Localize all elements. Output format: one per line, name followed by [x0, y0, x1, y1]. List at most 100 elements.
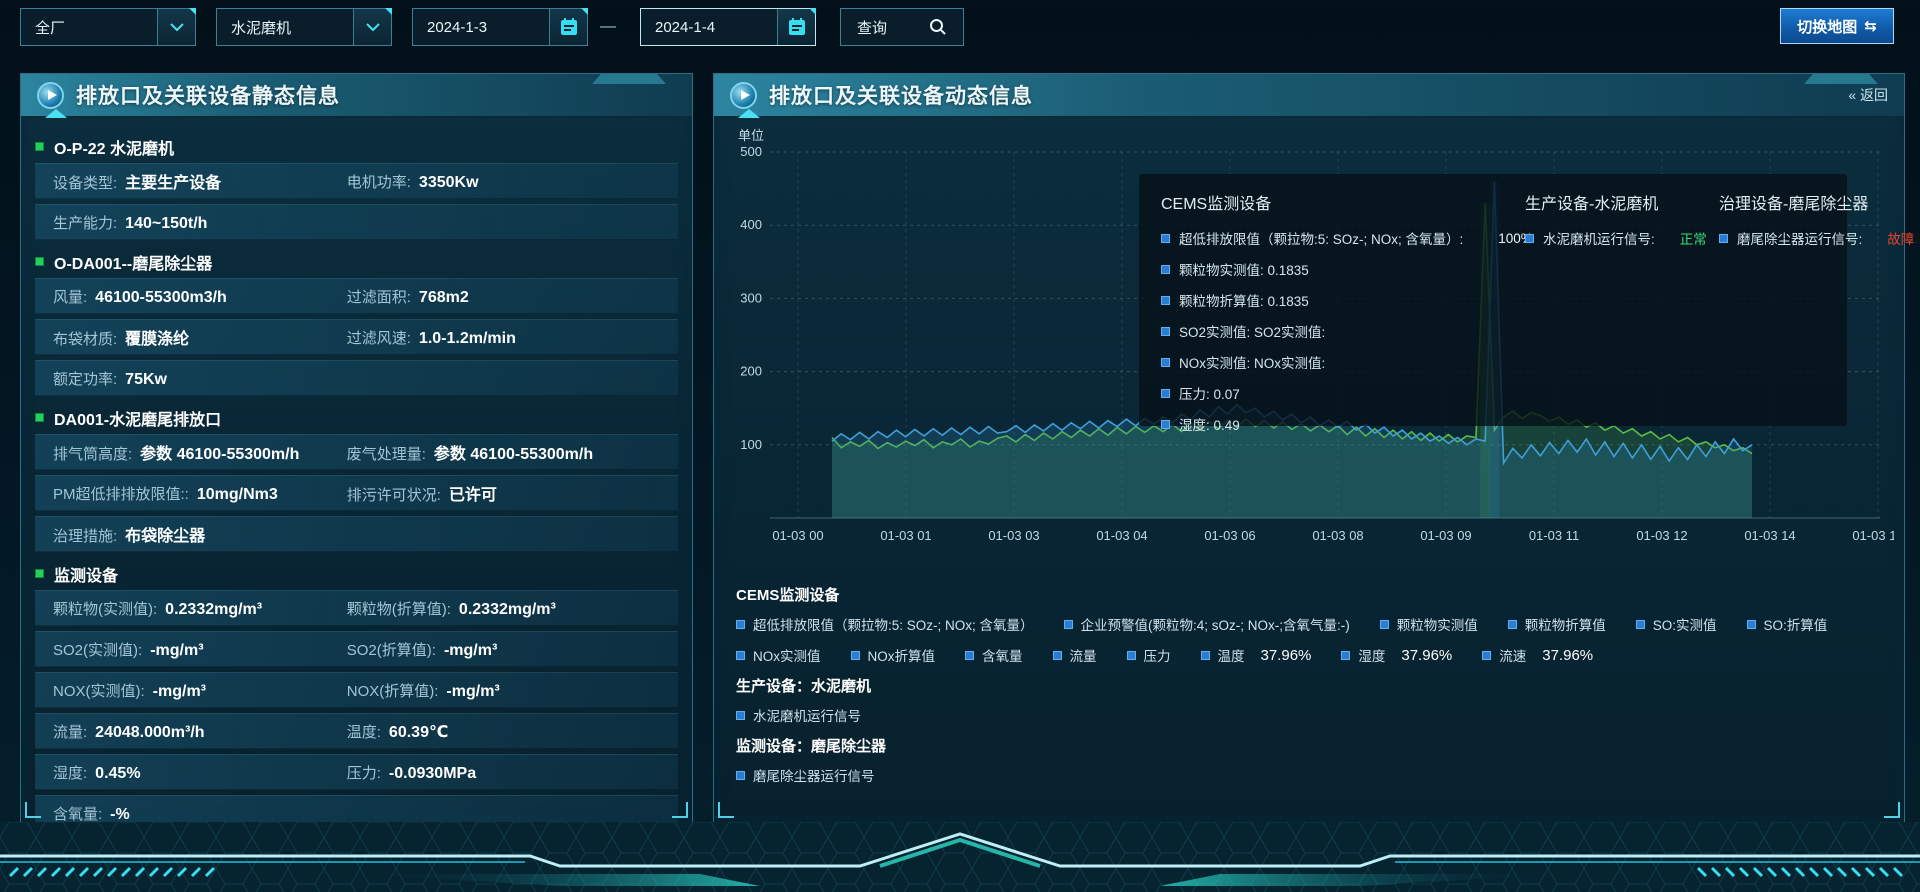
legend-section: 生产设备：水泥磨机水泥磨机运行信号: [736, 675, 1886, 725]
field-value: 46100-55300m3/h: [95, 289, 227, 307]
tooltip-item: 磨尾除尘器运行信号:故障: [1719, 228, 1879, 248]
chevron-down-icon[interactable]: [157, 9, 195, 45]
chevron-down-icon[interactable]: [353, 9, 391, 45]
field-value: 24048.000m³/h: [95, 724, 204, 742]
field-label: 设备类型:: [53, 172, 117, 193]
field-value: 10mg/Nm3: [197, 486, 278, 504]
svg-text:01-03 08: 01-03 08: [1312, 528, 1363, 543]
end-date-input[interactable]: 2024-1-4: [640, 8, 816, 46]
svg-text:01-03 09: 01-03 09: [1420, 528, 1471, 543]
field-value: 覆膜涤纶: [125, 325, 189, 349]
legend-item[interactable]: SO:折算值: [1747, 614, 1828, 634]
date-range-separator: —: [600, 8, 616, 46]
field-label: PM超低排排放限值::: [53, 483, 189, 504]
dynamic-info-panel: 排放口及关联设备动态信息 « 返回 单位10020030040050001-03…: [713, 73, 1905, 823]
legend-marker-icon: [1161, 389, 1170, 398]
field-value: 60.39℃: [389, 722, 448, 742]
field-label: 温度:: [347, 721, 381, 742]
corner-bracket: [672, 802, 688, 818]
svg-text:01-03 00: 01-03 00: [772, 528, 823, 543]
legend-item[interactable]: 含氧量: [965, 645, 1023, 665]
legend-marker-icon: [1161, 358, 1170, 367]
field-label: 颗粒物(折算值):: [347, 598, 451, 619]
tooltip-column-title: 生产设备-水泥磨机: [1525, 190, 1685, 214]
legend-item[interactable]: 磨尾除尘器运行信号: [736, 765, 875, 785]
field-label: 湿度:: [53, 762, 87, 783]
green-bullet-icon: [35, 257, 44, 266]
svg-text:01-03 16: 01-03 16: [1852, 528, 1894, 543]
tooltip-column-title: 治理设备-磨尾除尘器: [1719, 190, 1879, 214]
legend-marker-icon: [1719, 234, 1728, 243]
switch-map-button[interactable]: 切换地图 ⇆: [1780, 8, 1894, 44]
field-value: 140~150t/h: [125, 215, 207, 233]
calendar-icon[interactable]: [777, 9, 815, 45]
legend-item[interactable]: SO:实测值: [1636, 614, 1717, 634]
section-header: O-P-22 水泥磨机: [35, 130, 678, 163]
start-date-input[interactable]: 2024-1-3: [412, 8, 588, 46]
section-header: DA001-水泥磨尾排放口: [35, 401, 678, 434]
field-label: SO2(实测值):: [53, 639, 142, 660]
device-select[interactable]: 水泥磨机: [216, 8, 392, 46]
legend-item[interactable]: 流速37.96%: [1482, 645, 1593, 665]
plant-select-value: 全厂: [21, 17, 157, 38]
legend-item[interactable]: 流量: [1053, 645, 1097, 665]
svg-text:01-03 11: 01-03 11: [1529, 528, 1579, 543]
field-label: 风量:: [53, 286, 87, 307]
field-label: 布袋材质:: [53, 328, 117, 349]
static-info-panel: 排放口及关联设备静态信息 O-P-22 水泥磨机设备类型:主要生产设备电机功率:…: [20, 73, 693, 823]
info-row: 排气筒高度:参数 46100-55300m/h废气处理量:参数 46100-55…: [35, 434, 678, 470]
legend-item[interactable]: 压力: [1127, 645, 1171, 665]
legend-item[interactable]: 颗粒物实测值: [1380, 614, 1478, 634]
static-info-header: 排放口及关联设备静态信息: [21, 74, 692, 118]
plant-select[interactable]: 全厂: [20, 8, 196, 46]
info-row: 设备类型:主要生产设备电机功率:3350Kw: [35, 163, 678, 199]
back-link[interactable]: « 返回: [1848, 85, 1888, 105]
info-row: 额定功率:75Kw: [35, 360, 678, 396]
legend-item[interactable]: 超低排放限值（颗拉物:5: SOz-; NOx; 含氧量）: [736, 614, 1034, 634]
field-value: 参数 46100-55300m/h: [434, 440, 593, 464]
svg-text:01-03 03: 01-03 03: [988, 528, 1039, 543]
legend-item[interactable]: 湿度37.96%: [1341, 645, 1452, 665]
topbar: 全厂 水泥磨机 2024-1-3 — 2024-1-4 查询 切换地图 ⇆: [0, 0, 1920, 56]
legend-marker-icon: [736, 771, 745, 780]
legend-item[interactable]: 温度37.96%: [1201, 645, 1312, 665]
green-bullet-icon: [35, 569, 44, 578]
field-value: 1.0-1.2m/min: [419, 330, 516, 348]
legend-item[interactable]: NOx折算值: [851, 645, 936, 665]
legend-marker-icon: [736, 651, 745, 660]
chart-tooltip: CEMS监测设备超低排放限值（颗拉物:5: SOz-; NOx; 含氧量）:10…: [1139, 174, 1847, 426]
field-label: SO2(折算值):: [347, 639, 436, 660]
field-label: NOX(折算值):: [347, 680, 439, 701]
svg-text:01-03 01: 01-03 01: [880, 528, 931, 543]
legend-item[interactable]: NOx实测值: [736, 645, 821, 665]
legend-marker-icon: [851, 651, 860, 660]
legend-marker-icon: [1161, 265, 1170, 274]
play-icon: [37, 82, 64, 109]
tooltip-item: 颗粒物实测值: 0.1835: [1161, 259, 1491, 279]
tooltip-item: 压力: 0.07: [1161, 383, 1491, 403]
query-button-label: 查询: [857, 17, 887, 38]
legend-marker-icon: [1201, 651, 1210, 660]
tooltip-item: 颗粒物折算值: 0.1835: [1161, 290, 1491, 310]
calendar-icon[interactable]: [549, 9, 587, 45]
legend-section-title: 监测设备：磨尾除尘器: [736, 735, 1886, 756]
legend-item[interactable]: 水泥磨机运行信号: [736, 705, 861, 725]
field-label: 排污许可状况:: [347, 484, 441, 505]
device-select-value: 水泥磨机: [217, 17, 353, 38]
svg-text:500: 500: [740, 144, 762, 159]
green-bullet-icon: [35, 413, 44, 422]
svg-text:200: 200: [740, 364, 762, 379]
query-button[interactable]: 查询: [840, 8, 964, 46]
field-value: 0.45%: [95, 765, 140, 783]
field-value: -%: [110, 806, 130, 824]
field-label: 治理措施:: [53, 525, 117, 546]
field-value: 0.2332mg/m³: [459, 601, 556, 619]
legend-marker-icon: [1161, 327, 1170, 336]
tooltip-item: NOx实测值: NOx实测值:: [1161, 352, 1491, 372]
tooltip-column: CEMS监测设备超低排放限值（颗拉物:5: SOz-; NOx; 含氧量）:10…: [1161, 190, 1491, 426]
tooltip-column: 生产设备-水泥磨机水泥磨机运行信号:正常: [1525, 190, 1685, 426]
field-label: 含氧量:: [53, 803, 102, 824]
legend-item[interactable]: 颗粒物折算值: [1508, 614, 1606, 634]
field-value: -0.0930MPa: [389, 765, 476, 783]
legend-item[interactable]: 企业预警值(颗粒物:4; sOz-; NOx-;含氧气量:-): [1064, 614, 1350, 634]
